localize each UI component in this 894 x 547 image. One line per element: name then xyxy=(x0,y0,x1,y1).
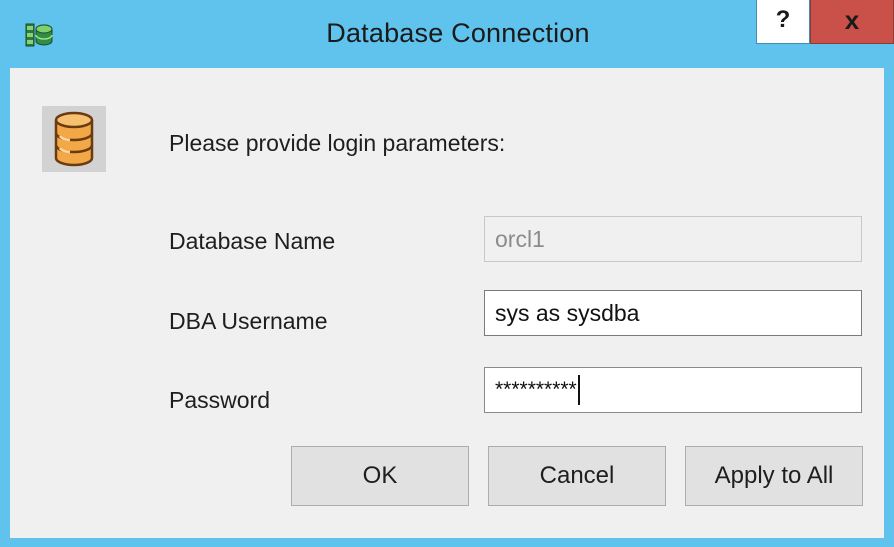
help-button[interactable]: ? xyxy=(756,0,810,44)
ok-button[interactable]: OK xyxy=(291,446,469,506)
database-name-label: Database Name xyxy=(169,228,336,254)
dba-username-label: DBA Username xyxy=(169,308,328,334)
title-bar[interactable]: Database Connection ? x xyxy=(0,0,894,68)
close-button[interactable]: x xyxy=(810,0,894,44)
dialog-body: Please provide login parameters: Databas… xyxy=(10,68,884,538)
text-caret xyxy=(577,375,580,406)
prompt-text: Please provide login parameters: xyxy=(169,130,506,156)
apply-to-all-button[interactable]: Apply to All xyxy=(685,446,863,506)
password-value: ********** xyxy=(495,378,577,401)
cancel-button[interactable]: Cancel xyxy=(488,446,666,506)
password-label: Password xyxy=(169,387,270,413)
dba-username-field[interactable] xyxy=(484,290,862,336)
database-cylinder-icon xyxy=(42,106,106,172)
password-field[interactable]: ********** xyxy=(484,367,862,413)
database-name-field[interactable] xyxy=(484,216,862,262)
database-connection-window: Database Connection ? x Please provide l… xyxy=(0,0,894,547)
